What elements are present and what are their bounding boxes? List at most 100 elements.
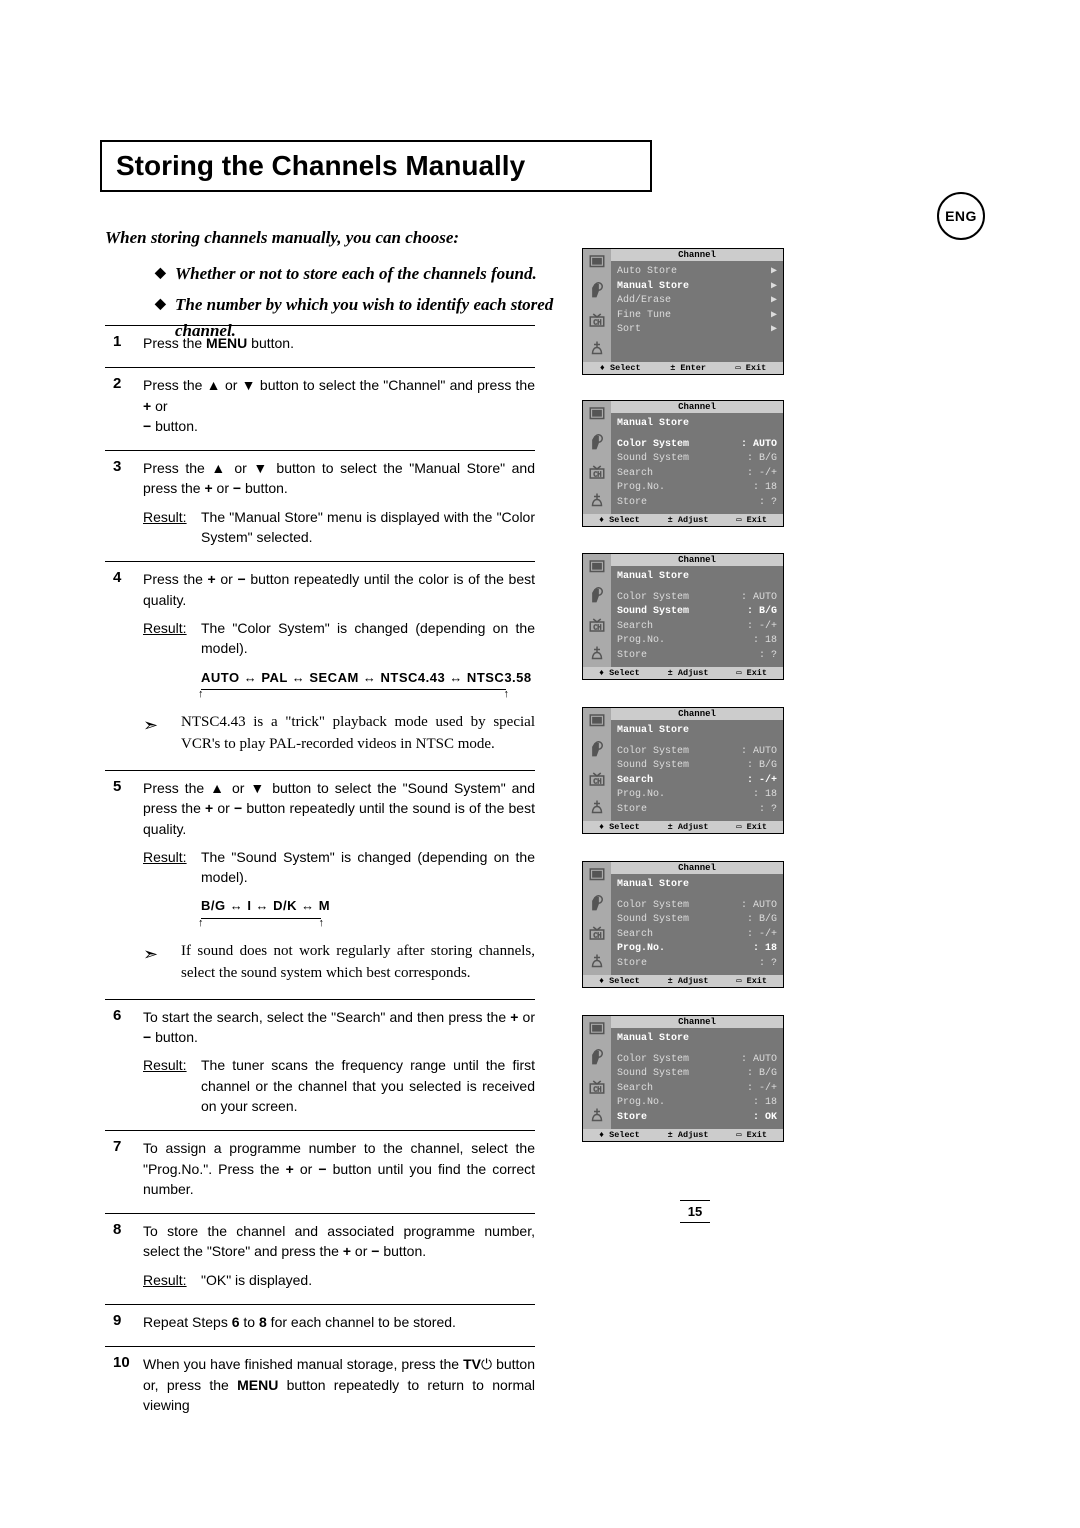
step-text: Press the + or − button repeatedly until… — [143, 569, 535, 610]
step-text: Press the ▲ or ▼ button to select the "S… — [143, 778, 535, 839]
channel-icon: CH — [588, 1078, 606, 1096]
osd-item: Prog.No. — [617, 1096, 665, 1111]
osd-hint: ♦ Select — [599, 822, 640, 832]
sequence-line: AUTO ↔ PAL ↔ SECAM ↔ NTSC4.43 ↔ NTSC3.58 — [201, 669, 535, 688]
step-number: 6 — [105, 1007, 143, 1116]
osd-hint: ▭ Exit — [736, 976, 767, 986]
step-number: 4 — [105, 569, 143, 756]
osd-value: B/G — [747, 1067, 777, 1082]
osd-value: -/+ — [747, 928, 777, 943]
osd-item: Store — [617, 803, 647, 818]
osd-item: Prog.No. — [617, 634, 665, 649]
osd-value: -/+ — [747, 774, 777, 789]
setup-icon — [588, 645, 606, 663]
step: 7 To assign a programme number to the ch… — [105, 1130, 535, 1213]
note-arrow-icon: ➣ — [143, 712, 181, 756]
step-number: 10 — [105, 1354, 143, 1415]
osd-item: Color System — [617, 1053, 689, 1068]
osd-panel: CH Channel Manual Store Color SystemAUTO… — [582, 861, 784, 988]
osd-category-icons: CH — [583, 1016, 611, 1129]
osd-item: Sound System — [617, 1067, 689, 1082]
osd-value: B/G — [747, 605, 777, 620]
osd-subtitle: Manual Store — [617, 1032, 689, 1047]
osd-hint: ± Enter — [670, 363, 706, 373]
language-badge: ENG — [937, 192, 985, 240]
osd-item: Store — [617, 1111, 647, 1126]
osd-value: 18 — [753, 942, 777, 957]
channel-icon: CH — [588, 311, 606, 329]
osd-title: Channel — [611, 554, 783, 566]
osd-hint: ♦ Select — [599, 1130, 640, 1140]
osd-title: Channel — [611, 862, 783, 874]
osd-value: 18 — [753, 481, 777, 496]
svg-text:CH: CH — [593, 1086, 601, 1094]
step: 9 Repeat Steps 6 to 8 for each channel t… — [105, 1304, 535, 1346]
osd-hint: ▭ Exit — [736, 668, 767, 678]
step-number: 8 — [105, 1221, 143, 1290]
setup-icon — [588, 1107, 606, 1125]
result-label: Result: — [143, 847, 201, 888]
osd-item: Fine Tune — [617, 309, 671, 324]
step: 6 To start the search, select the "Searc… — [105, 999, 535, 1130]
result-label: Result: — [143, 507, 201, 548]
result-text: The "Color System" is changed (depending… — [201, 618, 535, 659]
osd-value: ? — [759, 803, 777, 818]
step-text: Press the ▲ or ▼ button to select the "M… — [143, 458, 535, 499]
picture-icon — [588, 712, 606, 730]
osd-item: Add/Erase — [617, 294, 671, 309]
step-text: Press the MENU button. — [143, 333, 535, 353]
chevron-right-icon: ▶ — [771, 323, 777, 338]
result-label: Result: — [143, 1270, 201, 1290]
osd-item: Sound System — [617, 759, 689, 774]
note-arrow-icon: ➣ — [143, 941, 181, 985]
osd-value: ? — [759, 957, 777, 972]
channel-icon: CH — [588, 924, 606, 942]
channel-icon: CH — [588, 770, 606, 788]
step: 1 Press the MENU button. — [105, 325, 535, 367]
osd-hint: ▭ Exit — [736, 363, 767, 373]
osd-item: Search — [617, 1082, 653, 1097]
step-number: 7 — [105, 1138, 143, 1199]
svg-text:CH: CH — [593, 778, 601, 786]
osd-item: Sort — [617, 323, 641, 338]
step-number: 1 — [105, 333, 143, 353]
result-label: Result: — [143, 1055, 201, 1116]
osd-value: AUTO — [741, 591, 777, 606]
osd-value: 18 — [753, 634, 777, 649]
result-text: The "Sound System" is changed (depending… — [201, 847, 535, 888]
note-text: If sound does not work regularly after s… — [181, 941, 535, 985]
chevron-right-icon: ▶ — [771, 265, 777, 280]
osd-panel: CH Channel Manual Store Color SystemAUTO… — [582, 400, 784, 527]
result-label: Result: — [143, 618, 201, 659]
osd-hint: ♦ Select — [599, 668, 640, 678]
setup-icon — [588, 340, 606, 358]
picture-icon — [588, 405, 606, 423]
osd-hint: ± Adjust — [668, 668, 709, 678]
osd-hint: ♦ Select — [599, 515, 640, 525]
step-text: To store the channel and associated prog… — [143, 1221, 535, 1262]
intro-bullet: Whether or not to store each of the chan… — [175, 261, 575, 287]
osd-value: B/G — [747, 913, 777, 928]
osd-hint: ♦ Select — [600, 363, 641, 373]
step: 8 To store the channel and associated pr… — [105, 1213, 535, 1304]
osd-item: Color System — [617, 745, 689, 760]
osd-item: Search — [617, 620, 653, 635]
picture-icon — [588, 253, 606, 271]
setup-icon — [588, 799, 606, 817]
step-text: Repeat Steps 6 to 8 for each channel to … — [143, 1312, 535, 1332]
loop-arrow-icon — [201, 918, 321, 933]
picture-icon — [588, 558, 606, 576]
sound-icon — [588, 282, 606, 300]
osd-subtitle: Manual Store — [617, 570, 689, 585]
svg-text:CH: CH — [593, 319, 601, 327]
loop-arrow-icon — [201, 689, 506, 704]
step-number: 5 — [105, 778, 143, 985]
osd-item: Store — [617, 649, 647, 664]
chevron-right-icon: ▶ — [771, 280, 777, 295]
osd-item: Store — [617, 957, 647, 972]
osd-value: B/G — [747, 452, 777, 467]
svg-text:CH: CH — [593, 471, 601, 479]
steps-list: 1 Press the MENU button. 2 Press the ▲ o… — [105, 325, 535, 1429]
osd-item: Search — [617, 467, 653, 482]
osd-subtitle: Manual Store — [617, 878, 689, 893]
